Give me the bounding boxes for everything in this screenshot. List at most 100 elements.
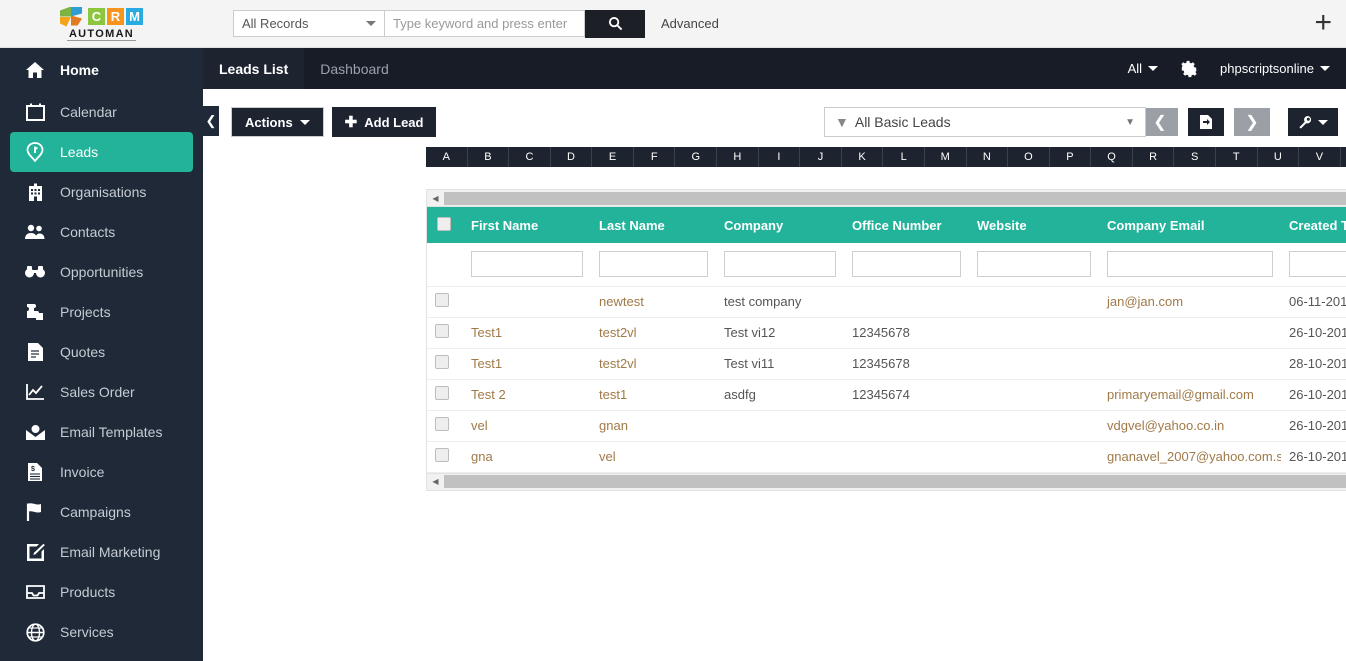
horizontal-scrollbar-top[interactable]: ◀ ▶: [427, 190, 1346, 207]
alphabet-filter-w[interactable]: W: [1341, 147, 1346, 167]
table-row[interactable]: newtest test company jan@jan.com 06-11-2015…: [427, 286, 1346, 318]
cell-first-name[interactable]: gna: [463, 441, 591, 473]
cell-last-name[interactable]: gnan: [591, 410, 716, 442]
alphabet-filter-e[interactable]: E: [592, 147, 634, 167]
alphabet-filter-o[interactable]: O: [1008, 147, 1050, 167]
column-header-created-time[interactable]: Created Time: [1281, 207, 1346, 243]
cell-link[interactable]: Test1: [471, 356, 502, 371]
sidebar-item-invoice[interactable]: $ Invoice: [0, 452, 203, 492]
sidebar-item-campaigns[interactable]: Campaigns: [0, 492, 203, 532]
scroll-track[interactable]: [444, 190, 1346, 207]
search-button[interactable]: [585, 9, 645, 38]
column-header-office-number[interactable]: Office Number: [844, 207, 969, 243]
row-checkbox[interactable]: [435, 324, 449, 338]
alphabet-filter-h[interactable]: H: [717, 147, 759, 167]
sidebar-item-services[interactable]: Services: [0, 612, 203, 652]
table-row[interactable]: Test1 test2vl Test vi1212345678 26-10-2015 …: [427, 317, 1346, 349]
cell-company-email[interactable]: gnanavel_2007@yahoo.com.sg: [1099, 441, 1281, 473]
filter-input-website[interactable]: [977, 251, 1091, 278]
cell-link[interactable]: jan@jan.com: [1107, 294, 1183, 309]
search-input[interactable]: Type keyword and press enter: [385, 10, 585, 37]
table-row[interactable]: Test1 test2vl Test vi1112345678 28-10-2015 …: [427, 348, 1346, 380]
record-type-select[interactable]: All Records: [233, 10, 385, 37]
cell-link[interactable]: gnanavel_2007@yahoo.com.sg: [1107, 449, 1281, 464]
sidebar-collapse-button[interactable]: ❮: [203, 106, 219, 136]
cell-last-name[interactable]: vel: [591, 441, 716, 473]
cell-last-name[interactable]: test2vl: [591, 348, 716, 380]
row-checkbox[interactable]: [435, 293, 449, 307]
row-checkbox[interactable]: [435, 417, 449, 431]
cell-link[interactable]: vel: [599, 449, 616, 464]
column-header-website[interactable]: Website: [969, 207, 1099, 243]
cell-link[interactable]: test2vl: [599, 356, 637, 371]
scroll-thumb[interactable]: [444, 475, 1346, 488]
filter-select[interactable]: ▼ All Basic Leads ▼: [824, 107, 1146, 137]
cell-link[interactable]: newtest: [599, 294, 644, 309]
alphabet-filter-k[interactable]: K: [842, 147, 884, 167]
row-select-cell[interactable]: [427, 410, 463, 442]
alphabet-filter-n[interactable]: N: [967, 147, 1009, 167]
sidebar-item-quotes[interactable]: Quotes: [0, 332, 203, 372]
alphabet-filter-j[interactable]: J: [800, 147, 842, 167]
scroll-track[interactable]: [444, 473, 1346, 490]
advanced-search-link[interactable]: Advanced: [661, 16, 719, 31]
cell-last-name[interactable]: test1: [591, 379, 716, 411]
cell-link[interactable]: Test 2: [471, 387, 506, 402]
cell-link[interactable]: Test1: [471, 325, 502, 340]
filter-input-office-number[interactable]: [852, 251, 961, 278]
scroll-thumb[interactable]: [444, 191, 1346, 205]
sidebar-item-products[interactable]: Products: [0, 572, 203, 612]
app-logo[interactable]: C R M AUTOMAN: [0, 0, 203, 48]
sidebar-item-home[interactable]: Home: [0, 48, 203, 92]
cell-link[interactable]: vdgvel@yahoo.co.in: [1107, 418, 1224, 433]
table-row[interactable]: gna vel gnanavel_2007@yahoo.com.sg 26-10-20…: [427, 441, 1346, 473]
table-row[interactable]: Test 2 test1 asdfg 12345674 primaryemail@gma…: [427, 379, 1346, 411]
alphabet-filter-t[interactable]: T: [1216, 147, 1258, 167]
alphabet-filter-i[interactable]: I: [759, 147, 801, 167]
row-checkbox[interactable]: [435, 448, 449, 462]
row-checkbox[interactable]: [435, 355, 449, 369]
sidebar-item-contacts[interactable]: Contacts: [0, 212, 203, 252]
sidebar-item-opportunities[interactable]: Opportunities: [0, 252, 203, 292]
select-all-cell[interactable]: [427, 207, 463, 243]
cell-first-name[interactable]: Test1: [463, 348, 591, 380]
page-export-button[interactable]: [1188, 108, 1224, 136]
sidebar-item-organisations[interactable]: Organisations: [0, 172, 203, 212]
next-page-button[interactable]: ❯: [1234, 108, 1270, 136]
row-select-cell[interactable]: [427, 286, 463, 318]
alphabet-filter-c[interactable]: C: [509, 147, 551, 167]
add-new-button[interactable]: +: [1314, 8, 1332, 38]
cell-link[interactable]: vel: [471, 418, 488, 433]
column-header-company-email[interactable]: Company Email: [1099, 207, 1281, 243]
filter-input-created-time[interactable]: [1289, 251, 1346, 278]
cell-link[interactable]: primaryemail@gmail.com: [1107, 387, 1254, 402]
row-select-cell[interactable]: [427, 441, 463, 473]
alphabet-filter-p[interactable]: P: [1050, 147, 1092, 167]
scroll-left-icon[interactable]: ◀: [427, 473, 444, 490]
filter-input-company[interactable]: [724, 251, 836, 278]
tools-button[interactable]: [1288, 108, 1338, 136]
tab-dashboard[interactable]: Dashboard: [304, 48, 405, 89]
filter-input-first-name[interactable]: [471, 251, 583, 278]
row-checkbox[interactable]: [435, 386, 449, 400]
row-select-cell[interactable]: [427, 317, 463, 349]
alphabet-filter-f[interactable]: F: [634, 147, 676, 167]
filter-input-last-name[interactable]: [599, 251, 708, 278]
row-select-cell[interactable]: [427, 379, 463, 411]
cell-first-name[interactable]: Test 2: [463, 379, 591, 411]
cell-link[interactable]: test2vl: [599, 325, 637, 340]
alphabet-filter-q[interactable]: Q: [1091, 147, 1133, 167]
cell-first-name[interactable]: vel: [463, 410, 591, 442]
sidebar-item-calendar[interactable]: Calendar: [0, 92, 203, 132]
alphabet-filter-a[interactable]: A: [426, 147, 468, 167]
user-menu[interactable]: phpscriptsonline: [1220, 61, 1330, 76]
sidebar-item-leads[interactable]: Leads: [10, 132, 193, 172]
actions-button[interactable]: Actions: [231, 107, 324, 137]
settings-button[interactable]: [1180, 60, 1199, 78]
cell-first-name[interactable]: Test1: [463, 317, 591, 349]
column-header-last-name[interactable]: Last Name: [591, 207, 716, 243]
cell-company-email[interactable]: jan@jan.com: [1099, 286, 1281, 318]
alphabet-filter-u[interactable]: U: [1258, 147, 1300, 167]
cell-link[interactable]: gna: [471, 449, 493, 464]
alphabet-filter-b[interactable]: B: [468, 147, 510, 167]
